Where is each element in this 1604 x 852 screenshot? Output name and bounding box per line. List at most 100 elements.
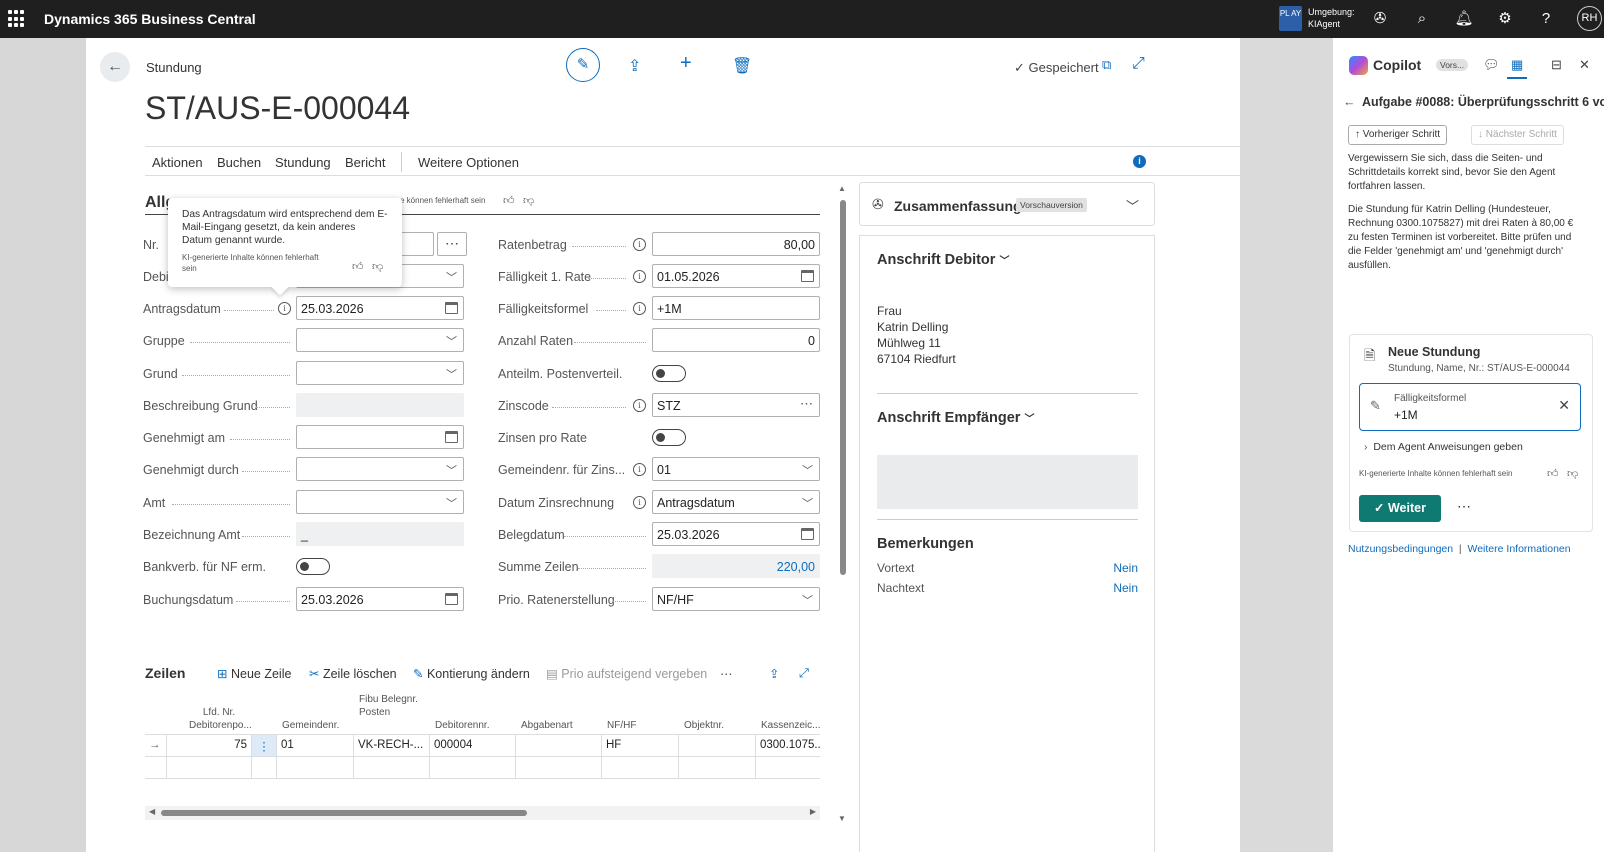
calendar-icon[interactable] — [445, 302, 458, 314]
chat-icon[interactable]: 💬︎ — [1483, 57, 1500, 73]
copilot-icon[interactable]: ✇ — [1369, 8, 1391, 30]
table-cell[interactable] — [679, 735, 756, 757]
search-icon[interactable]: ⌕ — [1411, 8, 1433, 30]
expand-icon[interactable]: ⤢ — [799, 666, 809, 681]
more-icon[interactable]: ⋯ — [800, 396, 813, 412]
thumbs-up-icon[interactable]: 👍︎ — [352, 261, 364, 274]
scrollbar-thumb[interactable] — [840, 200, 846, 575]
column-header[interactable]: Lfd. Nr. Debitorenpo... — [189, 706, 252, 732]
scroll-up-icon[interactable]: ▲ — [838, 184, 846, 193]
delete-line-button[interactable]: ✂ Zeile löschen — [309, 666, 397, 681]
field-ratenbetrag[interactable]: 80,00 — [652, 232, 820, 256]
empty-cell[interactable] — [756, 757, 820, 779]
info-icon[interactable]: i — [278, 302, 291, 315]
column-header[interactable]: Gemeindenr. — [282, 719, 339, 732]
scroll-down-icon[interactable]: ▼ — [838, 814, 846, 823]
share-icon[interactable]: ⇪ — [769, 666, 779, 681]
factbox-empfaenger-title[interactable]: Anschrift Empfänger ﹀ — [877, 410, 1034, 426]
more-icon[interactable]: ⋯ — [1457, 498, 1471, 515]
remark-value[interactable]: Nein — [1113, 561, 1138, 575]
empty-cell[interactable] — [167, 757, 252, 779]
delete-icon[interactable]: 🗑︎ — [732, 56, 752, 76]
tasks-icon[interactable]: ▦ — [1511, 57, 1523, 73]
field-faelligkeit-1-rate[interactable]: 01.05.2026 — [652, 264, 820, 288]
field-amt[interactable]: ﹀ — [296, 490, 464, 514]
column-header[interactable]: Debitorennr. — [435, 719, 489, 732]
empty-cell[interactable] — [516, 757, 602, 779]
gear-icon[interactable]: ⚙ — [1494, 8, 1516, 30]
column-header[interactable]: Kassenzeic... — [761, 719, 820, 732]
info-icon[interactable]: i — [633, 302, 646, 315]
field-prio-ratenerstellung[interactable]: NF/HF ﹀ — [652, 587, 820, 611]
calendar-icon[interactable] — [445, 593, 458, 605]
field-grund[interactable]: ﹀ — [296, 361, 464, 385]
menu-aktionen[interactable]: Aktionen — [152, 155, 203, 170]
column-header[interactable]: NF/HF — [607, 719, 636, 732]
table-cell[interactable]: 75 — [167, 735, 252, 757]
field-gruppe[interactable]: ﹀ — [296, 328, 464, 352]
column-header[interactable]: Abgabenart — [521, 719, 573, 732]
table-cell[interactable]: 0300.1075... — [756, 735, 820, 757]
version-badge[interactable]: Vors... — [1436, 59, 1469, 71]
field-zinscode[interactable]: STZ ⋯ — [652, 393, 820, 417]
summary-panel[interactable]: ✇ Zusammenfassung Vorschauversion ﹀ — [859, 182, 1155, 226]
expand-icon[interactable]: ⤢ — [1132, 55, 1145, 73]
bell-icon[interactable]: 🔔︎ — [1453, 8, 1475, 30]
field-antragsdatum[interactable]: 25.03.2026 — [296, 296, 464, 320]
scroll-left-icon[interactable]: ◀ — [149, 807, 155, 816]
help-icon[interactable]: ? — [1535, 8, 1557, 30]
row-selector-arrow-icon[interactable]: → — [145, 735, 167, 757]
info-icon[interactable]: i — [633, 238, 646, 251]
terms-link[interactable]: Nutzungsbedingungen — [1348, 543, 1453, 555]
field-gemeindenr-zins[interactable]: 01 ﹀ — [652, 457, 820, 481]
thumbs-down-icon[interactable]: 👎︎ — [1567, 467, 1578, 480]
more-icon[interactable]: ⋯ — [720, 666, 733, 681]
lines-title[interactable]: Zeilen — [145, 665, 185, 681]
more-info-link[interactable]: Weitere Informationen — [1468, 543, 1571, 555]
calendar-icon[interactable] — [445, 431, 458, 443]
info-icon[interactable]: i — [633, 399, 646, 412]
new-line-button[interactable]: ⊞ Neue Zeile — [217, 666, 291, 681]
info-icon[interactable]: i — [1133, 155, 1146, 168]
field-nr-lookup-button[interactable]: ⋯ — [437, 232, 467, 256]
field-datum-zinsrechnung[interactable]: Antragsdatum ﹀ — [652, 490, 820, 514]
empty-cell[interactable] — [679, 757, 756, 779]
close-icon[interactable]: ✕ — [1558, 397, 1570, 414]
open-new-window-icon[interactable]: ⧉ — [1102, 57, 1111, 73]
field-anzahl-raten[interactable]: 0 — [652, 328, 820, 352]
calendar-icon[interactable] — [801, 528, 814, 540]
share-icon[interactable]: ⇪ — [628, 56, 641, 76]
empty-cell[interactable] — [277, 757, 354, 779]
info-icon[interactable]: i — [633, 270, 646, 283]
new-record-icon[interactable]: + — [680, 52, 692, 75]
thumbs-down-icon[interactable]: 👎︎ — [523, 194, 534, 207]
table-cell[interactable]: 000004 — [430, 735, 516, 757]
scrollbar-thumb[interactable] — [161, 810, 527, 816]
info-icon[interactable]: i — [633, 496, 646, 509]
previous-step-button[interactable]: ↑ Vorheriger Schritt — [1348, 125, 1448, 145]
chevron-down-icon[interactable]: ﹀ — [1126, 196, 1139, 215]
field-belegdatum[interactable]: 25.03.2026 — [652, 522, 820, 546]
changed-field-card[interactable]: ✎ Fälligkeitsformel +1M ✕ — [1359, 383, 1581, 431]
empty-cell[interactable] — [354, 757, 430, 779]
lines-horizontal-scrollbar[interactable]: ◀ ▶ — [145, 806, 820, 820]
row-actions-button[interactable]: ⋮ — [252, 735, 277, 757]
app-launcher-icon[interactable] — [8, 10, 26, 28]
menu-bericht[interactable]: Bericht — [345, 155, 385, 170]
empty-cell[interactable] — [602, 757, 679, 779]
edit-button[interactable]: ✎ — [566, 48, 600, 82]
change-posting-button[interactable]: ✎ Kontierung ändern — [413, 666, 530, 681]
toggle-anteilm-postenverteil[interactable] — [652, 365, 686, 382]
continue-button[interactable]: ✓ Weiter — [1359, 495, 1441, 522]
back-arrow-icon[interactable]: ← — [1343, 95, 1356, 109]
info-icon[interactable]: i — [633, 463, 646, 476]
field-buchungsdatum[interactable]: 25.03.2026 — [296, 587, 464, 611]
calendar-icon[interactable] — [801, 270, 814, 282]
thumbs-up-icon[interactable]: 👍︎ — [1547, 467, 1559, 480]
column-header[interactable]: Fibu Belegnr. Posten — [359, 693, 419, 719]
toggle-zinsen-pro-rate[interactable] — [652, 429, 686, 446]
toggle-bankverbindung[interactable] — [296, 558, 330, 575]
table-cell[interactable]: 01 — [277, 735, 354, 757]
close-icon[interactable]: ✕ — [1579, 57, 1590, 73]
table-cell[interactable]: VK-RECH-... — [354, 735, 430, 757]
